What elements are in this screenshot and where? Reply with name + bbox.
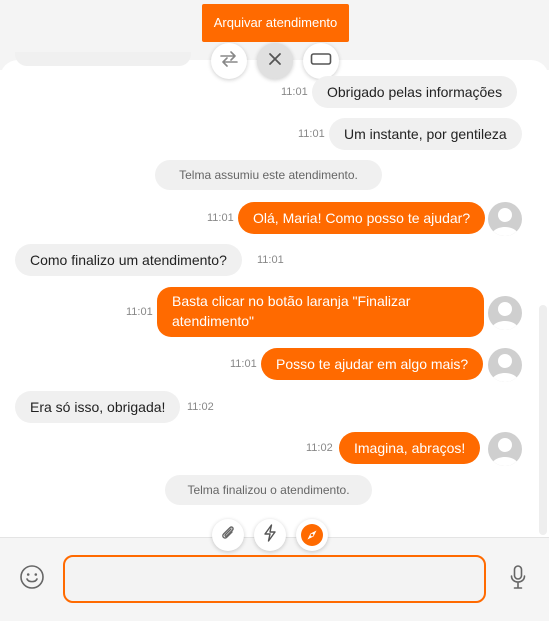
- agent-message-bubble: Posso te ajudar em algo mais?: [261, 348, 484, 380]
- partial-message-bubble: [15, 52, 191, 66]
- agent-message-bubble: Um instante, por gentileza: [329, 118, 522, 150]
- agent-message-bubble: Olá, Maria! Como posso te ajudar?: [238, 202, 486, 234]
- message-time: 11:02: [306, 442, 333, 454]
- transfer-button[interactable]: [211, 43, 247, 79]
- system-message: Telma finalizou o atendimento.: [165, 475, 372, 505]
- message-time: 11:01: [207, 212, 234, 224]
- chat-scrollbar[interactable]: [539, 305, 547, 535]
- transfer-icon: [219, 50, 239, 72]
- customer-message-bubble: Era só isso, obrigada!: [15, 391, 181, 423]
- compass-button[interactable]: [296, 519, 328, 551]
- agent-avatar: [488, 432, 522, 466]
- quick-replies-button[interactable]: [254, 519, 286, 551]
- agent-avatar: [488, 202, 522, 236]
- emoji-icon: [19, 564, 45, 595]
- compass-icon: [300, 523, 324, 547]
- close-conversation-button[interactable]: [257, 43, 293, 79]
- archive-conversation-button[interactable]: Arquivar atendimento: [202, 4, 349, 42]
- lightning-icon: [263, 523, 277, 547]
- message-time: 11:01: [126, 306, 153, 318]
- paperclip-icon: [220, 524, 236, 547]
- microphone-icon: [509, 564, 527, 595]
- message-time: 11:01: [281, 86, 308, 98]
- record-audio-button[interactable]: [504, 564, 532, 595]
- message-time: 11:02: [187, 401, 214, 413]
- emoji-button[interactable]: [18, 564, 46, 595]
- window-icon: [310, 52, 332, 71]
- agent-avatar: [488, 348, 522, 382]
- close-icon: [268, 52, 282, 71]
- agent-avatar: [488, 296, 522, 330]
- message-input[interactable]: [63, 555, 486, 603]
- attach-button[interactable]: [212, 519, 244, 551]
- customer-message-bubble: Como finalizo um atendimento?: [15, 244, 242, 276]
- toggle-window-button[interactable]: [303, 43, 339, 79]
- agent-message-bubble: Imagina, abraços!: [339, 432, 481, 464]
- message-time: 11:01: [298, 128, 325, 140]
- system-message: Telma assumiu este atendimento.: [155, 160, 382, 190]
- message-time: 11:01: [230, 358, 257, 370]
- agent-message-bubble: Obrigado pelas informações: [312, 76, 518, 108]
- agent-message-bubble: Basta clicar no botão laranja "Finalizar…: [157, 287, 484, 337]
- message-time: 11:01: [257, 254, 284, 266]
